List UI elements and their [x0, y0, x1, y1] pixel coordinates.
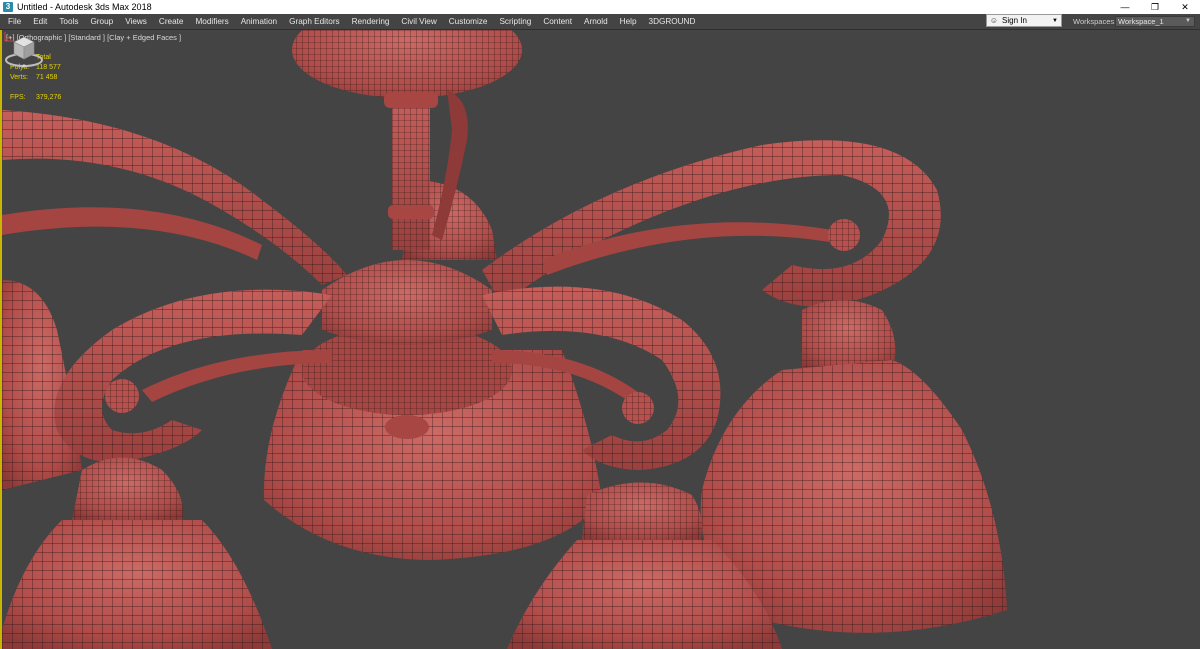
menu-rendering[interactable]: Rendering [346, 14, 396, 29]
chevron-down-icon: ▼ [1185, 18, 1191, 24]
viewport-perspective[interactable]: [+] [Orthographic ] [Standard ] [Clay + … [0, 30, 1200, 649]
menu-content[interactable]: Content [537, 14, 578, 29]
user-icon: ☺ [989, 16, 999, 25]
workspace-select[interactable]: Workspace_1 ▼ [1115, 16, 1195, 27]
menu-create[interactable]: Create [153, 14, 190, 29]
verts-label: Verts: [10, 74, 28, 81]
fps-value: 379,276 [36, 94, 62, 101]
menu-file[interactable]: File [0, 14, 27, 29]
close-button[interactable]: ✕ [1170, 0, 1200, 14]
menu-civil-view[interactable]: Civil View [395, 14, 442, 29]
title-bar: 3 Untitled - Autodesk 3ds Max 2018 — ❐ ✕ [0, 0, 1200, 14]
menu-edit[interactable]: Edit [27, 14, 53, 29]
stats-fps: FPS: 379,276 [10, 93, 61, 103]
menu-customize[interactable]: Customize [443, 14, 494, 29]
arm-right-swirl [482, 140, 941, 307]
menu-help[interactable]: Help [614, 14, 643, 29]
window-title: Untitled - Autodesk 3ds Max 2018 [17, 2, 152, 12]
sign-in-dropdown[interactable]: ☺ Sign In ▼ [986, 14, 1062, 27]
top-ball [292, 30, 522, 98]
window-controls: — ❐ ✕ [1110, 0, 1200, 14]
menu-arnold[interactable]: Arnold [578, 14, 614, 29]
viewport-scene[interactable] [2, 30, 1200, 649]
verts-value: 71 458 [36, 74, 58, 81]
app-icon: 3 [3, 2, 13, 12]
menu-modifiers[interactable]: Modifiers [189, 14, 234, 29]
minimize-button[interactable]: — [1110, 0, 1140, 14]
stats-verts: Verts: 71 458 [10, 73, 61, 83]
arm-back-left [2, 110, 347, 285]
menu-scripting[interactable]: Scripting [493, 14, 537, 29]
menu-tools[interactable]: Tools [53, 14, 84, 29]
menu-group[interactable]: Group [84, 14, 119, 29]
sign-in-label: Sign In [1002, 16, 1027, 25]
menu-animation[interactable]: Animation [235, 14, 283, 29]
workspaces-label: Workspaces: [1073, 17, 1117, 26]
fps-label: FPS: [10, 94, 26, 101]
lamp-shade-front-left [2, 457, 272, 649]
menu-graph-editors[interactable]: Graph Editors [283, 14, 346, 29]
axis-tripod-icon [4, 32, 14, 42]
menu-3dground[interactable]: 3DGROUND [643, 14, 702, 29]
workspace-selected-value: Workspace_1 [1118, 17, 1164, 26]
chevron-down-icon: ▼ [1052, 17, 1058, 24]
center-hub [302, 260, 512, 415]
maximize-button[interactable]: ❐ [1140, 0, 1170, 14]
menu-views[interactable]: Views [119, 14, 153, 29]
